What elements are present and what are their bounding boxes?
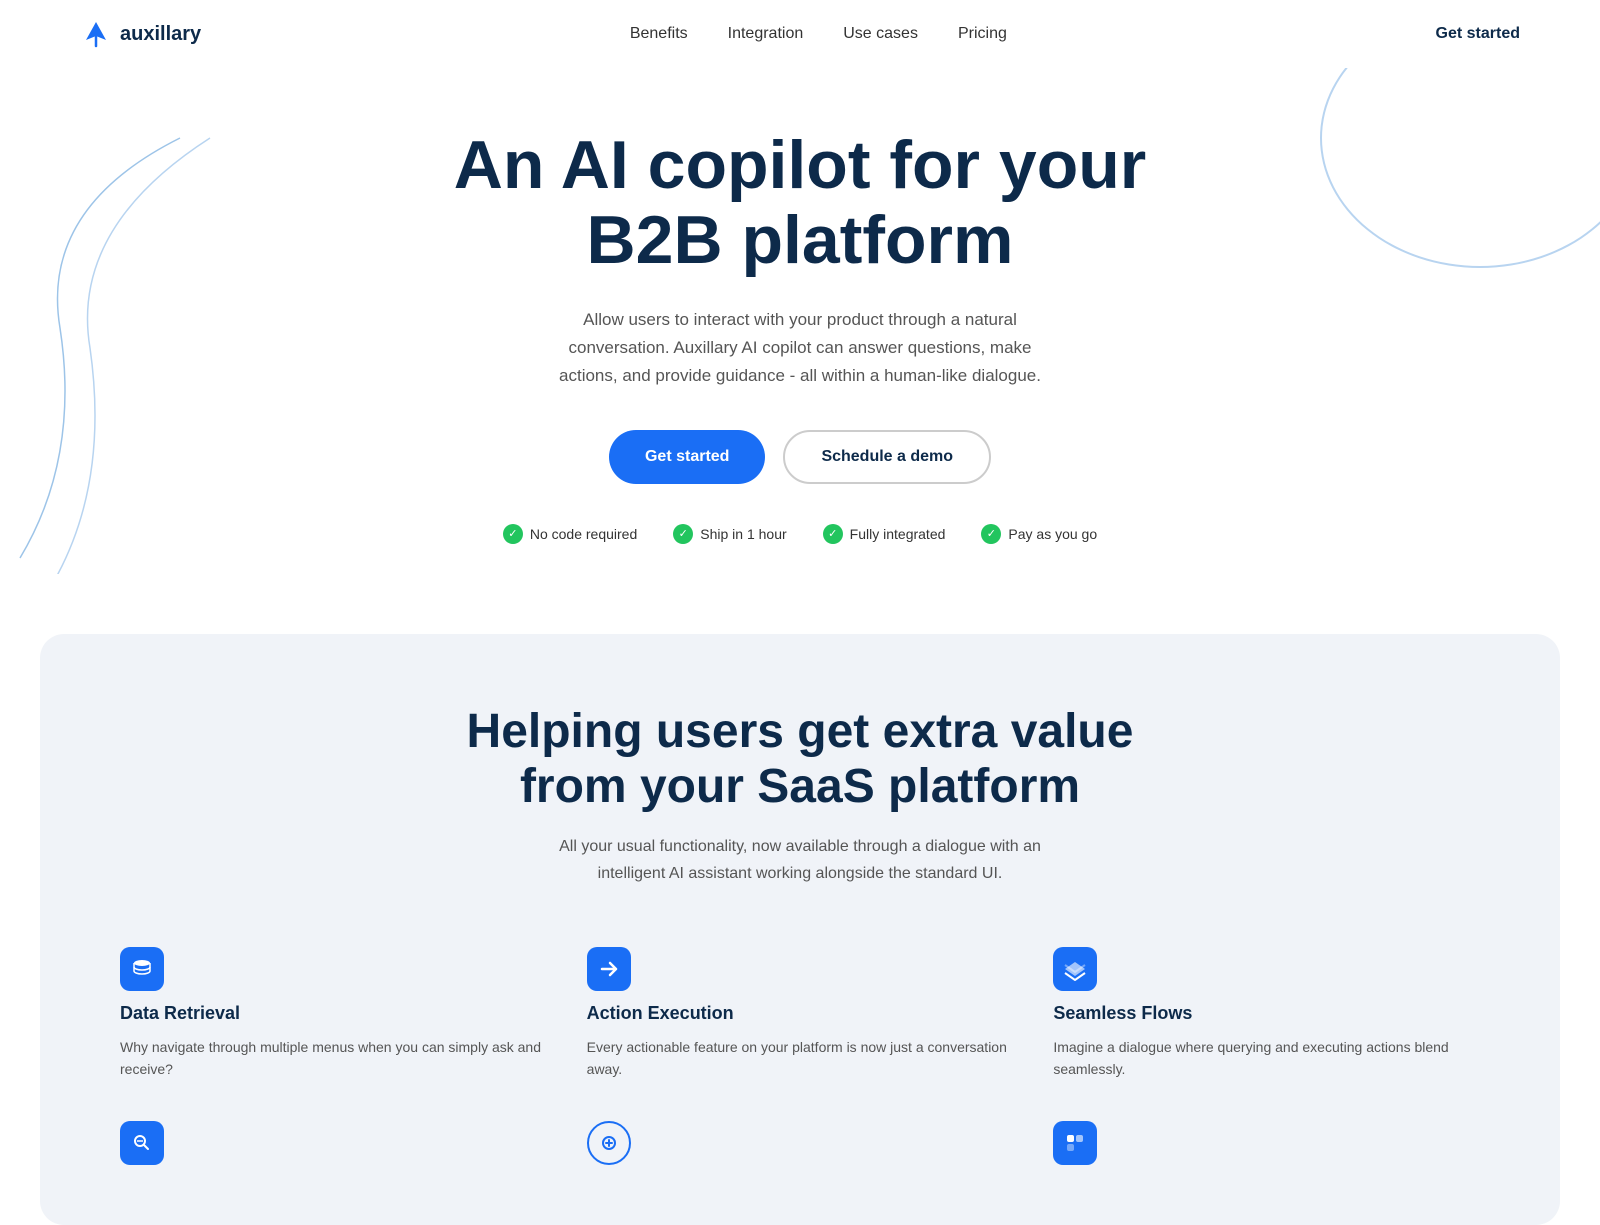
feature-bottom-icon-1 — [587, 1121, 631, 1165]
action-execution-icon — [587, 947, 631, 991]
feature-bottom-icon-0 — [120, 1121, 164, 1165]
feature-bottom-0 — [120, 1121, 547, 1165]
feature-bottom-2 — [1053, 1121, 1480, 1165]
check-icon-2: ✓ — [823, 524, 843, 544]
badge-label-1: Ship in 1 hour — [700, 526, 786, 542]
badge-ship: ✓ Ship in 1 hour — [673, 524, 786, 544]
nav-use-cases[interactable]: Use cases — [843, 25, 918, 42]
check-icon-1: ✓ — [673, 524, 693, 544]
feature-data-retrieval: Data Retrieval Why navigate through mult… — [120, 947, 547, 1081]
hero-heading: An AI copilot for your B2B platform — [450, 128, 1150, 278]
logo-text: auxillary — [120, 23, 201, 46]
feature-2-desc: Imagine a dialogue where querying and ex… — [1053, 1036, 1480, 1081]
nav-integration[interactable]: Integration — [728, 25, 804, 42]
feature-0-title: Data Retrieval — [120, 1003, 547, 1024]
badge-pay: ✓ Pay as you go — [981, 524, 1097, 544]
logo[interactable]: auxillary — [80, 18, 201, 50]
hero-buttons: Get started Schedule a demo — [40, 430, 1560, 484]
feature-action-execution: Action Execution Every actionable featur… — [587, 947, 1014, 1081]
section2: Helping users get extra value from your … — [40, 634, 1560, 1225]
feature-bottom-icon-2 — [1053, 1121, 1097, 1165]
logo-icon — [80, 18, 112, 50]
section2-subtext: All your usual functionality, now availa… — [540, 834, 1060, 887]
get-started-button[interactable]: Get started — [609, 430, 765, 484]
nav-benefits[interactable]: Benefits — [630, 25, 688, 42]
features-grid: Data Retrieval Why navigate through mult… — [120, 947, 1480, 1081]
feature-seamless-flows: Seamless Flows Imagine a dialogue where … — [1053, 947, 1480, 1081]
hero-badges: ✓ No code required ✓ Ship in 1 hour ✓ Fu… — [40, 524, 1560, 544]
feature-1-desc: Every actionable feature on your platfor… — [587, 1036, 1014, 1081]
check-icon-0: ✓ — [503, 524, 523, 544]
nav-get-started-button[interactable]: Get started — [1436, 25, 1520, 43]
seamless-flows-icon — [1053, 947, 1097, 991]
hero-wrapper: An AI copilot for your B2B platform Allo… — [0, 68, 1600, 574]
schedule-demo-button[interactable]: Schedule a demo — [783, 430, 991, 484]
feature-0-desc: Why navigate through multiple menus when… — [120, 1036, 547, 1081]
navbar: auxillary Benefits Integration Use cases… — [0, 0, 1600, 68]
feature-2-title: Seamless Flows — [1053, 1003, 1480, 1024]
feature-bottom-1 — [587, 1121, 1014, 1165]
badge-label-3: Pay as you go — [1008, 526, 1097, 542]
badge-no-code: ✓ No code required — [503, 524, 637, 544]
nav-links: Benefits Integration Use cases Pricing — [630, 25, 1007, 43]
feature-1-title: Action Execution — [587, 1003, 1014, 1024]
check-icon-3: ✓ — [981, 524, 1001, 544]
nav-pricing[interactable]: Pricing — [958, 25, 1007, 42]
features-grid-bottom — [120, 1121, 1480, 1165]
badge-integrated: ✓ Fully integrated — [823, 524, 946, 544]
badge-label-2: Fully integrated — [850, 526, 946, 542]
hero-section: An AI copilot for your B2B platform Allo… — [0, 68, 1600, 574]
hero-subtext: Allow users to interact with your produc… — [540, 306, 1060, 390]
badge-label-0: No code required — [530, 526, 637, 542]
section2-heading: Helping users get extra value from your … — [450, 704, 1150, 814]
data-retrieval-icon — [120, 947, 164, 991]
